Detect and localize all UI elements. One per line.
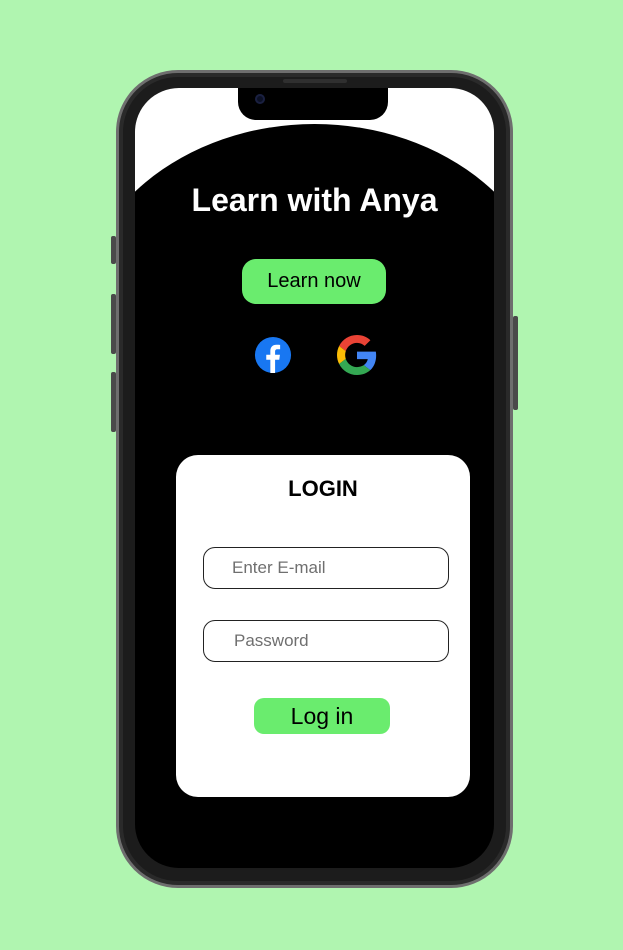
app-title: Learn with Anya bbox=[191, 182, 438, 218]
front-camera-icon bbox=[255, 94, 265, 104]
phone-silent-switch bbox=[111, 236, 116, 264]
login-heading: LOGIN bbox=[288, 476, 358, 501]
facebook-icon[interactable] bbox=[254, 336, 292, 374]
email-input[interactable] bbox=[203, 547, 449, 589]
password-input[interactable] bbox=[203, 620, 449, 662]
phone-power-button bbox=[513, 316, 518, 410]
phone-speaker bbox=[283, 79, 347, 83]
login-button[interactable]: Log in bbox=[254, 698, 390, 734]
learn-now-button[interactable]: Learn now bbox=[242, 259, 386, 304]
phone-notch bbox=[238, 88, 388, 120]
google-icon[interactable] bbox=[337, 335, 377, 375]
phone-volume-down-button bbox=[111, 372, 116, 432]
phone-volume-up-button bbox=[111, 294, 116, 354]
